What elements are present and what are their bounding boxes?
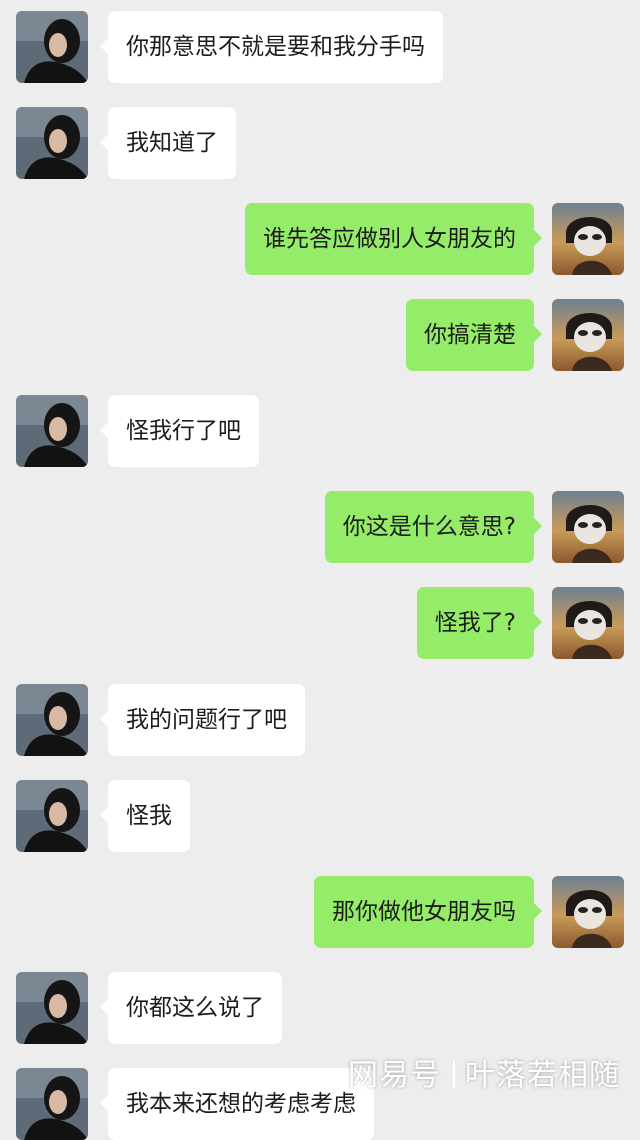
message-row-incoming: 怪我行了吧: [0, 395, 640, 467]
self-avatar-icon[interactable]: [552, 299, 624, 371]
bubble-tail: [533, 325, 542, 343]
message-row-incoming: 你都这么说了: [0, 972, 640, 1044]
self-avatar-icon[interactable]: [552, 876, 624, 948]
message-bubble[interactable]: 怪我: [108, 780, 190, 852]
contact-avatar-icon[interactable]: [16, 395, 88, 467]
message-bubble[interactable]: 我的问题行了吧: [108, 684, 305, 756]
message-bubble[interactable]: 你都这么说了: [108, 972, 282, 1044]
contact-avatar-icon[interactable]: [16, 107, 88, 179]
watermark: 网易号 叶落若相随: [348, 1050, 620, 1094]
contact-avatar-icon[interactable]: [16, 684, 88, 756]
message-bubble[interactable]: 你这是什么意思?: [324, 491, 534, 563]
watermark-divider: [453, 1061, 455, 1089]
bubble-tail: [533, 229, 542, 247]
message-row-outgoing: 你这是什么意思?: [0, 491, 640, 563]
message-row-outgoing: 谁先答应做别人女朋友的: [0, 203, 640, 275]
contact-avatar-icon[interactable]: [16, 780, 88, 852]
bubble-tail: [533, 517, 542, 535]
message-bubble[interactable]: 谁先答应做别人女朋友的: [245, 203, 534, 275]
message-bubble[interactable]: 我知道了: [108, 107, 236, 179]
message-bubble[interactable]: 我本来还想的考虑考虑: [108, 1068, 374, 1140]
message-row-incoming: 我的问题行了吧: [0, 684, 640, 756]
self-avatar-icon[interactable]: [552, 203, 624, 275]
watermark-platform: 网易号: [348, 1058, 441, 1093]
message-bubble[interactable]: 你那意思不就是要和我分手吗: [108, 11, 443, 83]
bubble-tail: [533, 902, 542, 920]
contact-avatar-icon[interactable]: [16, 972, 88, 1044]
self-avatar-icon[interactable]: [552, 587, 624, 659]
message-row-outgoing: 那你做他女朋友吗: [0, 876, 640, 948]
message-row-incoming: 我知道了: [0, 107, 640, 179]
watermark-author: 叶落若相随: [465, 1058, 620, 1093]
message-row-incoming: 你那意思不就是要和我分手吗: [0, 11, 640, 83]
chat-message-list[interactable]: 你那意思不就是要和我分手吗 我知道了 谁先答应做别人女朋友的 你搞清楚 怪我行了…: [0, 0, 640, 1140]
message-bubble[interactable]: 你搞清楚: [406, 299, 534, 371]
bubble-tail: [533, 613, 542, 631]
message-row-incoming: 怪我: [0, 780, 640, 852]
contact-avatar-icon[interactable]: [16, 1068, 88, 1140]
message-row-outgoing: 你搞清楚: [0, 299, 640, 371]
message-row-outgoing: 怪我了?: [0, 587, 640, 659]
message-bubble[interactable]: 怪我了?: [416, 587, 534, 659]
message-bubble[interactable]: 那你做他女朋友吗: [314, 876, 534, 948]
message-bubble[interactable]: 怪我行了吧: [108, 395, 259, 467]
self-avatar-icon[interactable]: [552, 491, 624, 563]
contact-avatar-icon[interactable]: [16, 11, 88, 83]
